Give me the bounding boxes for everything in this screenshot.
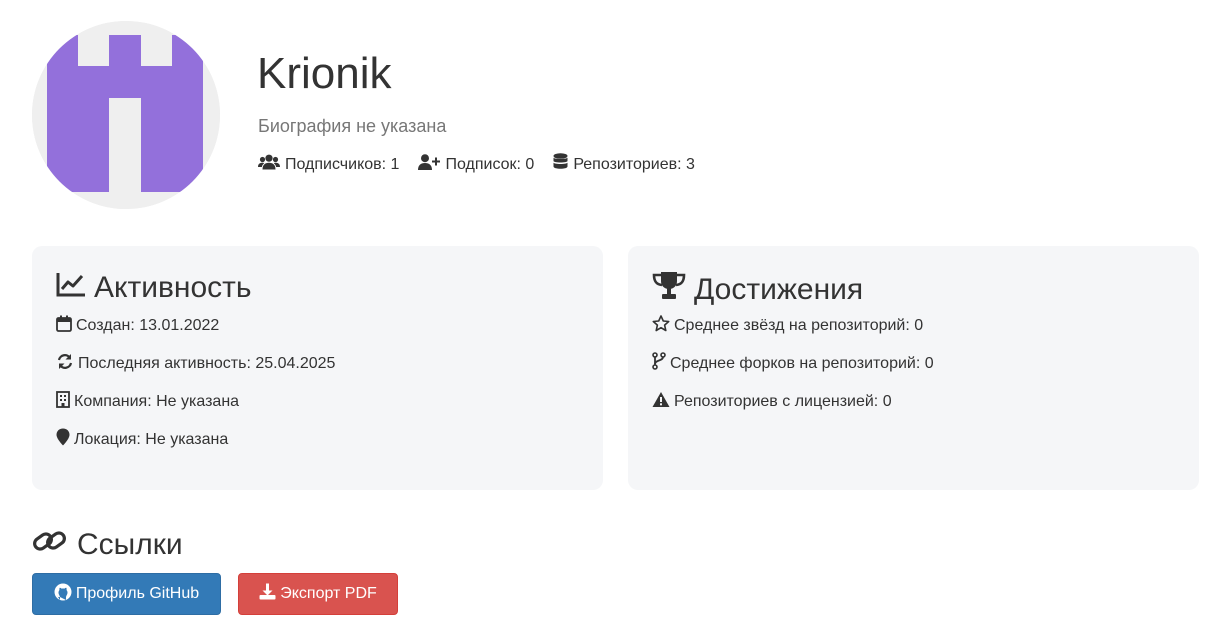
profile-stats: Подписчиков: 1 Подписок: 0 Репозиториев:… (258, 153, 714, 176)
building-icon (56, 390, 74, 414)
achievements-title: Достижения (652, 271, 863, 309)
profile-name: Krionik (257, 49, 392, 98)
last-active-row: Последняя активность: 25.04.2025 (56, 353, 336, 376)
following-count: Подписок: 0 (445, 155, 535, 173)
links-title-label: Ссылки (77, 528, 183, 561)
code-branch-icon (652, 352, 670, 376)
sync-icon (56, 353, 78, 376)
location-row: Локация: Не указана (56, 428, 335, 452)
github-profile-button[interactable]: Профиль GitHub (32, 573, 221, 615)
star-icon (652, 314, 674, 338)
export-pdf-button[interactable]: Экспорт PDF (238, 573, 398, 615)
activity-title-label: Активность (94, 271, 252, 304)
avg-stars-row: Среднее звёзд на репозиторий: 0 (652, 314, 934, 338)
github-icon (54, 583, 76, 606)
last-active-text: Последняя активность: 25.04.2025 (78, 355, 336, 372)
map-marker-icon (56, 428, 74, 452)
achievements-title-label: Достижения (694, 273, 864, 306)
avg-stars-text: Среднее звёзд на репозиторий: 0 (674, 317, 924, 334)
links-title: Ссылки (32, 527, 183, 563)
user-plus-icon (418, 153, 445, 176)
profile-bio: Биография не указана (258, 116, 447, 136)
database-icon (553, 153, 573, 176)
users-icon (258, 154, 285, 176)
export-pdf-label: Экспорт PDF (280, 585, 377, 602)
licensed-row: Репозиториев с лицензией: 0 (652, 391, 934, 414)
activity-card: Активность Создан: 13.01.2022 Последняя … (32, 246, 603, 490)
chart-line-icon (56, 271, 94, 305)
repos-count: Репозиториев: 3 (573, 155, 695, 173)
link-icon (32, 527, 77, 563)
created-row: Создан: 13.01.2022 (56, 315, 335, 338)
followers-count: Подписчиков: 1 (285, 155, 400, 173)
warning-icon (652, 391, 674, 414)
github-profile-label: Профиль GitHub (75, 585, 200, 602)
download-icon (259, 583, 280, 605)
location-text: Локация: Не указана (74, 431, 229, 448)
calendar-icon (56, 315, 76, 338)
followers-stat: Подписчиков: 1 (258, 154, 399, 176)
achievements-card: Достижения Среднее звёзд на репозиторий:… (628, 246, 1199, 490)
activity-title: Активность (56, 271, 252, 305)
repos-stat: Репозиториев: 3 (553, 153, 695, 176)
licensed-text: Репозиториев с лицензией: 0 (674, 393, 892, 410)
created-text: Создан: 13.01.2022 (76, 317, 220, 334)
company-text: Компания: Не указана (74, 393, 240, 410)
following-stat: Подписок: 0 (418, 153, 535, 176)
trophy-icon (652, 271, 694, 309)
avatar (32, 21, 220, 209)
avg-forks-text: Среднее форков на репозиторий: 0 (670, 355, 934, 372)
avg-forks-row: Среднее форков на репозиторий: 0 (652, 352, 934, 376)
company-row: Компания: Не указана (56, 390, 335, 414)
